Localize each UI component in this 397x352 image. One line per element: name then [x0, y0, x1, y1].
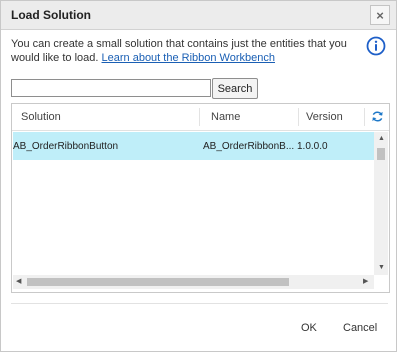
solutions-grid: Solution Name Version AB_OrderRibbonButt… — [11, 103, 390, 293]
vertical-scrollbar[interactable]: ▲ ▼ — [374, 132, 388, 275]
column-divider — [364, 108, 365, 126]
column-divider — [199, 108, 200, 126]
dialog-description: You can create a small solution that con… — [11, 37, 361, 65]
info-icon[interactable] — [366, 36, 386, 56]
ok-button[interactable]: OK — [301, 322, 317, 334]
horizontal-scroll-thumb[interactable] — [27, 278, 289, 286]
close-icon: × — [376, 7, 384, 23]
column-header-solution[interactable]: Solution — [21, 111, 61, 123]
cell-name: AB_OrderRibbonB... — [203, 141, 295, 152]
cell-version: 1.0.0.0 — [297, 141, 328, 152]
load-solution-dialog: Load Solution × You can create a small s… — [0, 0, 397, 352]
table-row[interactable]: AB_OrderRibbonButton AB_OrderRibbonB... … — [13, 132, 374, 160]
dialog-titlebar: Load Solution × — [1, 1, 396, 30]
search-button[interactable]: Search — [212, 78, 258, 99]
scroll-down-arrow-icon[interactable]: ▼ — [378, 264, 385, 271]
cancel-button[interactable]: Cancel — [343, 322, 377, 334]
search-input[interactable] — [11, 79, 211, 97]
footer-divider — [11, 303, 388, 304]
cell-solution: AB_OrderRibbonButton — [13, 141, 119, 152]
scroll-left-arrow-icon[interactable]: ◀ — [16, 278, 21, 285]
dialog-title: Load Solution — [11, 8, 91, 22]
horizontal-scrollbar[interactable]: ◀ ▶ — [13, 275, 374, 289]
learn-more-link[interactable]: Learn about the Ribbon Workbench — [102, 52, 275, 64]
grid-header: Solution Name Version — [12, 104, 389, 131]
close-button[interactable]: × — [370, 5, 390, 25]
refresh-icon[interactable] — [371, 110, 384, 123]
column-header-version[interactable]: Version — [306, 111, 343, 123]
scroll-right-arrow-icon[interactable]: ▶ — [363, 278, 368, 285]
column-header-name[interactable]: Name — [211, 111, 240, 123]
column-divider — [298, 108, 299, 126]
vertical-scroll-thumb[interactable] — [377, 148, 385, 160]
scroll-up-arrow-icon[interactable]: ▲ — [378, 135, 385, 142]
